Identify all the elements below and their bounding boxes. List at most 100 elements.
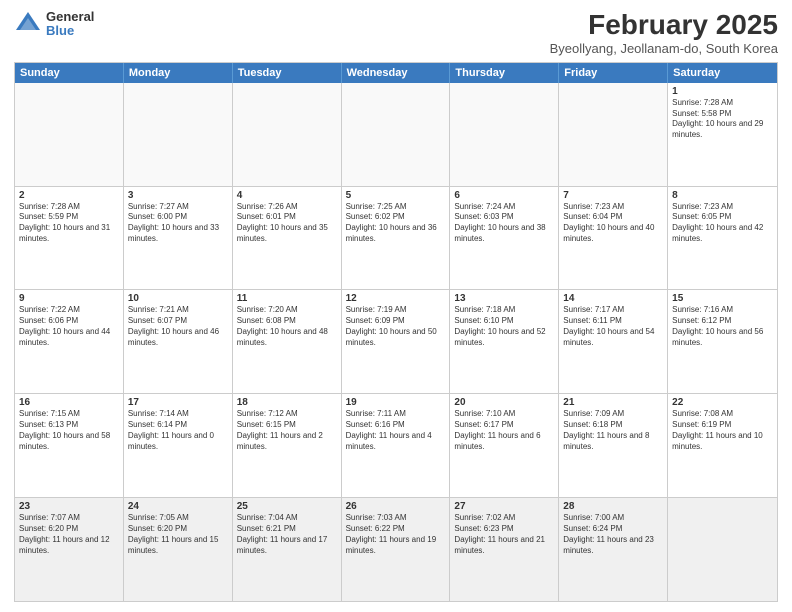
day-number: 18 (237, 397, 337, 408)
day-cell-15: 15Sunrise: 7:16 AM Sunset: 6:12 PM Dayli… (668, 290, 777, 393)
day-number: 25 (237, 501, 337, 512)
day-cell-22: 22Sunrise: 7:08 AM Sunset: 6:19 PM Dayli… (668, 394, 777, 497)
day-details: Sunrise: 7:04 AM Sunset: 6:21 PM Dayligh… (237, 513, 337, 556)
day-details: Sunrise: 7:24 AM Sunset: 6:03 PM Dayligh… (454, 202, 554, 245)
day-number: 6 (454, 190, 554, 201)
day-details: Sunrise: 7:17 AM Sunset: 6:11 PM Dayligh… (563, 305, 663, 348)
empty-cell (15, 83, 124, 186)
day-details: Sunrise: 7:27 AM Sunset: 6:00 PM Dayligh… (128, 202, 228, 245)
day-cell-3: 3Sunrise: 7:27 AM Sunset: 6:00 PM Daylig… (124, 187, 233, 290)
day-number: 22 (672, 397, 773, 408)
day-details: Sunrise: 7:19 AM Sunset: 6:09 PM Dayligh… (346, 305, 446, 348)
day-details: Sunrise: 7:07 AM Sunset: 6:20 PM Dayligh… (19, 513, 119, 556)
calendar-body: 1Sunrise: 7:28 AM Sunset: 5:58 PM Daylig… (15, 83, 777, 601)
day-number: 9 (19, 293, 119, 304)
empty-cell (233, 83, 342, 186)
header-day-friday: Friday (559, 63, 668, 83)
day-cell-27: 27Sunrise: 7:02 AM Sunset: 6:23 PM Dayli… (450, 498, 559, 601)
day-number: 12 (346, 293, 446, 304)
day-cell-8: 8Sunrise: 7:23 AM Sunset: 6:05 PM Daylig… (668, 187, 777, 290)
day-details: Sunrise: 7:15 AM Sunset: 6:13 PM Dayligh… (19, 409, 119, 452)
day-cell-23: 23Sunrise: 7:07 AM Sunset: 6:20 PM Dayli… (15, 498, 124, 601)
day-number: 13 (454, 293, 554, 304)
day-number: 3 (128, 190, 228, 201)
empty-cell (668, 498, 777, 601)
day-cell-10: 10Sunrise: 7:21 AM Sunset: 6:07 PM Dayli… (124, 290, 233, 393)
day-cell-6: 6Sunrise: 7:24 AM Sunset: 6:03 PM Daylig… (450, 187, 559, 290)
day-cell-20: 20Sunrise: 7:10 AM Sunset: 6:17 PM Dayli… (450, 394, 559, 497)
day-cell-14: 14Sunrise: 7:17 AM Sunset: 6:11 PM Dayli… (559, 290, 668, 393)
day-cell-11: 11Sunrise: 7:20 AM Sunset: 6:08 PM Dayli… (233, 290, 342, 393)
day-number: 15 (672, 293, 773, 304)
day-details: Sunrise: 7:25 AM Sunset: 6:02 PM Dayligh… (346, 202, 446, 245)
header-day-monday: Monday (124, 63, 233, 83)
day-number: 24 (128, 501, 228, 512)
day-details: Sunrise: 7:28 AM Sunset: 5:59 PM Dayligh… (19, 202, 119, 245)
empty-cell (124, 83, 233, 186)
day-details: Sunrise: 7:28 AM Sunset: 5:58 PM Dayligh… (672, 98, 773, 141)
day-cell-9: 9Sunrise: 7:22 AM Sunset: 6:06 PM Daylig… (15, 290, 124, 393)
day-cell-16: 16Sunrise: 7:15 AM Sunset: 6:13 PM Dayli… (15, 394, 124, 497)
calendar-row-2: 2Sunrise: 7:28 AM Sunset: 5:59 PM Daylig… (15, 187, 777, 291)
logo: General Blue (14, 10, 94, 39)
page: General Blue February 2025 Byeollyang, J… (0, 0, 792, 612)
day-details: Sunrise: 7:23 AM Sunset: 6:05 PM Dayligh… (672, 202, 773, 245)
day-number: 23 (19, 501, 119, 512)
calendar-row-5: 23Sunrise: 7:07 AM Sunset: 6:20 PM Dayli… (15, 498, 777, 601)
day-cell-25: 25Sunrise: 7:04 AM Sunset: 6:21 PM Dayli… (233, 498, 342, 601)
day-number: 26 (346, 501, 446, 512)
title-block: February 2025 Byeollyang, Jeollanam-do, … (550, 10, 778, 56)
day-details: Sunrise: 7:08 AM Sunset: 6:19 PM Dayligh… (672, 409, 773, 452)
day-details: Sunrise: 7:26 AM Sunset: 6:01 PM Dayligh… (237, 202, 337, 245)
header-day-sunday: Sunday (15, 63, 124, 83)
day-details: Sunrise: 7:12 AM Sunset: 6:15 PM Dayligh… (237, 409, 337, 452)
day-number: 5 (346, 190, 446, 201)
day-details: Sunrise: 7:02 AM Sunset: 6:23 PM Dayligh… (454, 513, 554, 556)
day-number: 7 (563, 190, 663, 201)
header: General Blue February 2025 Byeollyang, J… (14, 10, 778, 56)
logo-blue: Blue (46, 24, 94, 38)
empty-cell (559, 83, 668, 186)
empty-cell (342, 83, 451, 186)
day-details: Sunrise: 7:10 AM Sunset: 6:17 PM Dayligh… (454, 409, 554, 452)
day-number: 11 (237, 293, 337, 304)
day-details: Sunrise: 7:18 AM Sunset: 6:10 PM Dayligh… (454, 305, 554, 348)
day-number: 28 (563, 501, 663, 512)
logo-general: General (46, 10, 94, 24)
day-details: Sunrise: 7:23 AM Sunset: 6:04 PM Dayligh… (563, 202, 663, 245)
day-cell-7: 7Sunrise: 7:23 AM Sunset: 6:04 PM Daylig… (559, 187, 668, 290)
calendar-row-3: 9Sunrise: 7:22 AM Sunset: 6:06 PM Daylig… (15, 290, 777, 394)
day-number: 21 (563, 397, 663, 408)
day-cell-17: 17Sunrise: 7:14 AM Sunset: 6:14 PM Dayli… (124, 394, 233, 497)
day-cell-1: 1Sunrise: 7:28 AM Sunset: 5:58 PM Daylig… (668, 83, 777, 186)
day-cell-13: 13Sunrise: 7:18 AM Sunset: 6:10 PM Dayli… (450, 290, 559, 393)
day-number: 27 (454, 501, 554, 512)
day-details: Sunrise: 7:22 AM Sunset: 6:06 PM Dayligh… (19, 305, 119, 348)
day-cell-24: 24Sunrise: 7:05 AM Sunset: 6:20 PM Dayli… (124, 498, 233, 601)
header-day-wednesday: Wednesday (342, 63, 451, 83)
day-details: Sunrise: 7:09 AM Sunset: 6:18 PM Dayligh… (563, 409, 663, 452)
day-cell-21: 21Sunrise: 7:09 AM Sunset: 6:18 PM Dayli… (559, 394, 668, 497)
day-cell-4: 4Sunrise: 7:26 AM Sunset: 6:01 PM Daylig… (233, 187, 342, 290)
day-number: 20 (454, 397, 554, 408)
day-number: 19 (346, 397, 446, 408)
day-number: 16 (19, 397, 119, 408)
header-day-tuesday: Tuesday (233, 63, 342, 83)
day-cell-2: 2Sunrise: 7:28 AM Sunset: 5:59 PM Daylig… (15, 187, 124, 290)
day-number: 14 (563, 293, 663, 304)
calendar-header: SundayMondayTuesdayWednesdayThursdayFrid… (15, 63, 777, 83)
day-number: 8 (672, 190, 773, 201)
day-details: Sunrise: 7:20 AM Sunset: 6:08 PM Dayligh… (237, 305, 337, 348)
day-number: 17 (128, 397, 228, 408)
logo-text: General Blue (46, 10, 94, 39)
empty-cell (450, 83, 559, 186)
calendar-row-1: 1Sunrise: 7:28 AM Sunset: 5:58 PM Daylig… (15, 83, 777, 187)
day-details: Sunrise: 7:14 AM Sunset: 6:14 PM Dayligh… (128, 409, 228, 452)
calendar-row-4: 16Sunrise: 7:15 AM Sunset: 6:13 PM Dayli… (15, 394, 777, 498)
day-number: 4 (237, 190, 337, 201)
day-details: Sunrise: 7:16 AM Sunset: 6:12 PM Dayligh… (672, 305, 773, 348)
day-number: 10 (128, 293, 228, 304)
day-cell-28: 28Sunrise: 7:00 AM Sunset: 6:24 PM Dayli… (559, 498, 668, 601)
day-number: 1 (672, 86, 773, 97)
header-day-thursday: Thursday (450, 63, 559, 83)
